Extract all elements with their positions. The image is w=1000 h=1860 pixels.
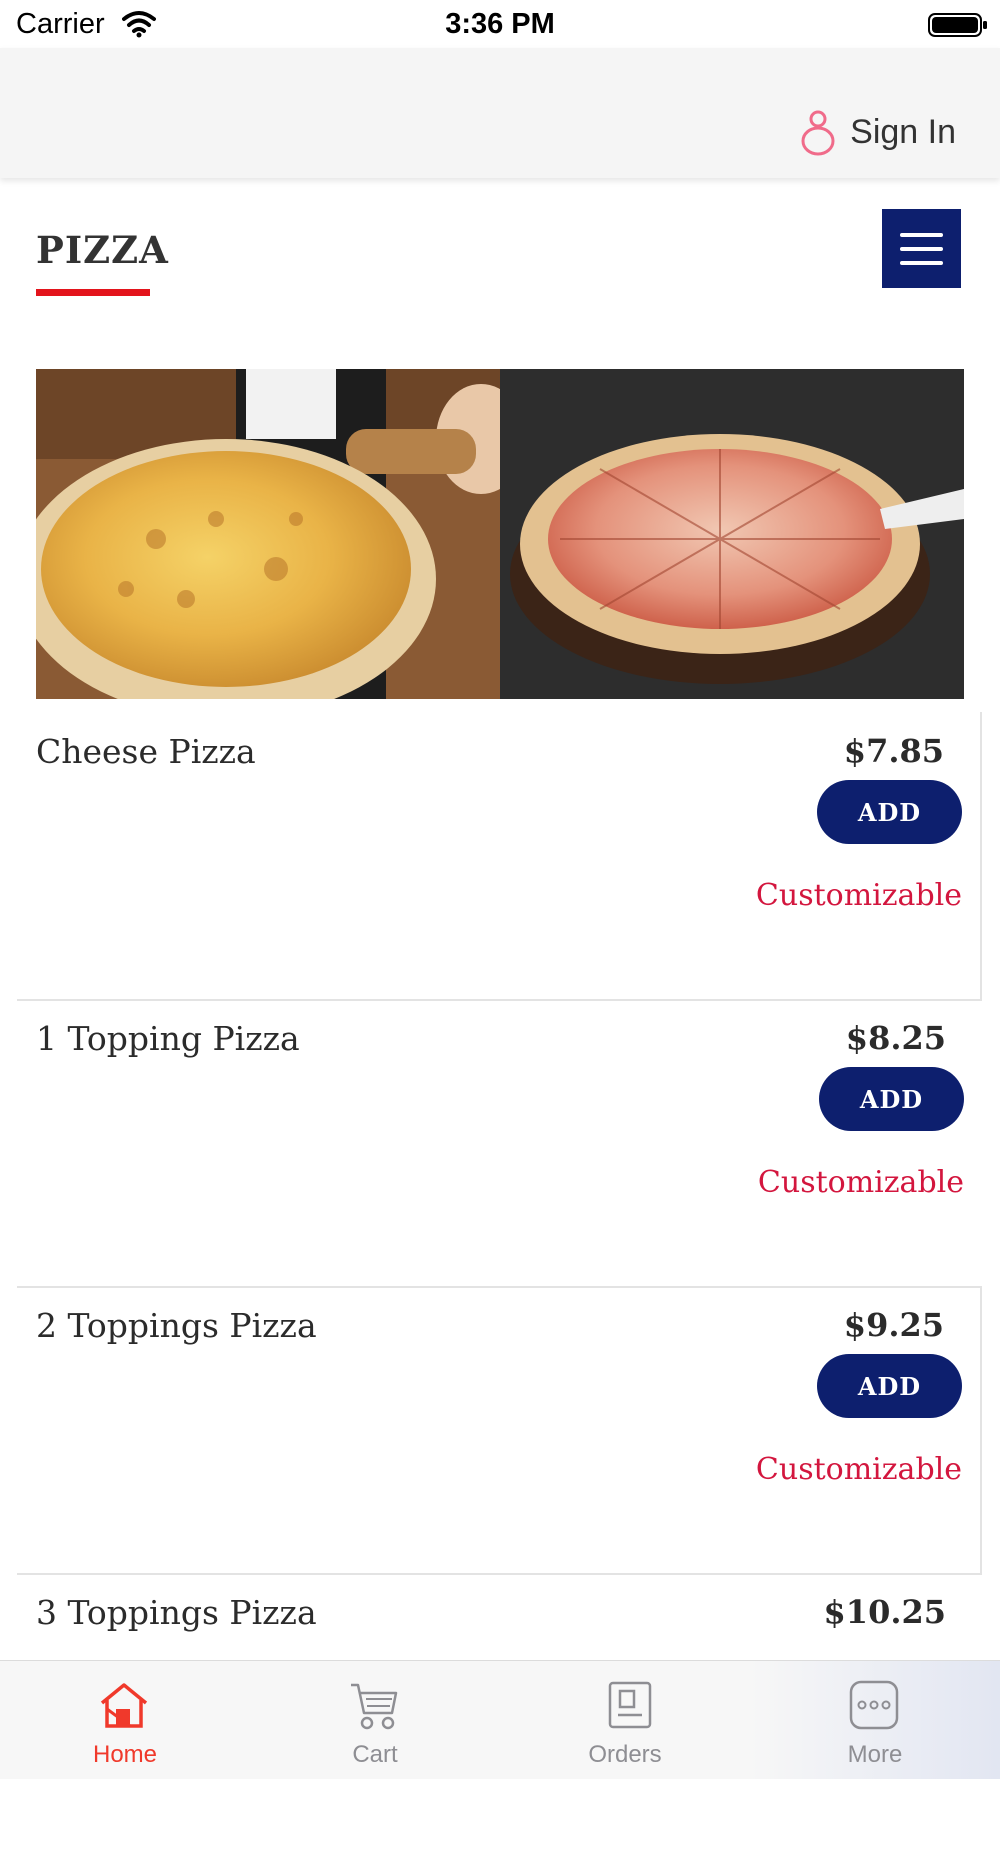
category-title-underline [36,289,150,296]
add-button[interactable]: ADD [817,780,962,844]
item-price: $10.25 [823,1593,946,1631]
cheese-pizza-photo [36,369,500,699]
customizable-label: Customizable [757,1165,964,1200]
item-name: Cheese Pizza [36,732,256,771]
tab-more[interactable]: More [750,1661,1000,1779]
user-icon [801,110,835,156]
tab-label: More [847,1741,903,1768]
category-banner [36,369,964,699]
hamburger-icon [900,233,943,237]
add-button[interactable]: ADD [817,1354,962,1418]
tab-label: Home [92,1741,158,1768]
orders-icon [608,1681,652,1729]
category-title: PIZZA [36,228,169,272]
cart-icon [351,1683,398,1730]
sign-in-label: Sign In [850,112,956,151]
add-button[interactable]: ADD [819,1067,964,1131]
battery-icon [928,13,987,37]
tab-label: Cart [352,1741,398,1768]
tab-orders[interactable]: Orders [500,1661,750,1779]
menu-item[interactable]: 2 Toppings Pizza $9.25 ADD Customizable [17,1286,982,1575]
status-bar: Carrier 3:36 PM [0,0,1000,48]
item-price: $8.25 [845,1019,946,1057]
tab-cart[interactable]: Cart [250,1661,500,1779]
item-name: 1 Topping Pizza [36,1019,300,1058]
sign-in-button[interactable]: Sign In [800,104,956,160]
item-price: $9.25 [843,1306,944,1344]
menu-item[interactable]: Cheese Pizza $7.85 ADD Customizable [17,712,982,1001]
item-price: $7.85 [843,732,944,770]
customizable-label: Customizable [755,878,962,913]
menu-item[interactable]: 1 Topping Pizza $8.25 ADD Customizable [17,999,982,1288]
customizable-label: Customizable [755,1452,962,1487]
home-icon [100,1683,148,1728]
clock-label: 3:36 PM [445,8,555,40]
tab-home[interactable]: Home [0,1661,250,1779]
bottom-tab-bar: Home Cart Orders More [0,1660,1000,1779]
top-nav-bar: Sign In [0,48,1000,178]
more-icon [849,1680,899,1730]
pepperoni-pizza-photo [500,369,964,699]
item-name: 3 Toppings Pizza [36,1593,317,1632]
tab-label: Orders [588,1741,662,1768]
menu-button[interactable] [882,209,961,288]
item-name: 2 Toppings Pizza [36,1306,317,1345]
